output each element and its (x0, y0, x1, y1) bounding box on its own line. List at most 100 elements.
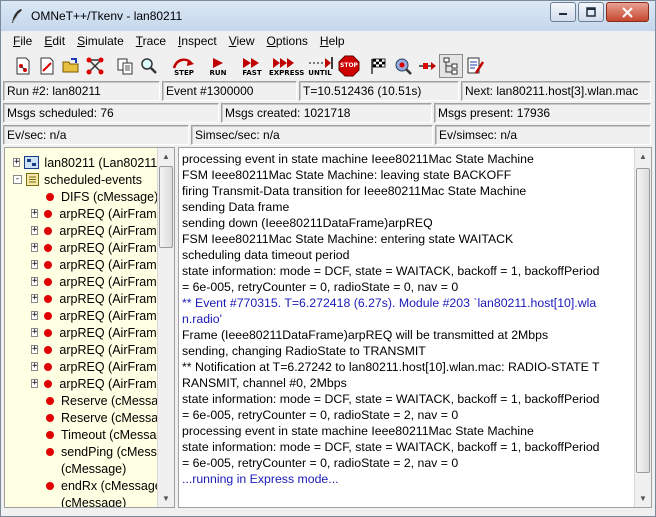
tree-item[interactable]: Timeout (cMessage) (5, 426, 174, 443)
maximize-button[interactable] (578, 2, 604, 22)
run-until-button[interactable]: UNTIL (303, 54, 337, 78)
log-line: = 6e-005, retryCounter = 0, radioState =… (182, 280, 459, 294)
new-network-button[interactable] (11, 54, 35, 78)
express-button[interactable]: EXPRESS (269, 54, 304, 78)
message-bullet-icon (46, 430, 54, 439)
minimize-button[interactable] (550, 2, 576, 22)
expand-icon[interactable]: + (31, 226, 39, 235)
expand-icon[interactable]: + (31, 209, 39, 218)
close-button[interactable] (606, 2, 649, 22)
fast-button[interactable]: FAST (235, 54, 269, 78)
tree-item[interactable]: + arpREQ (AirFrame) (5, 358, 168, 375)
copy-button[interactable] (113, 54, 137, 78)
minimize-icon (559, 13, 567, 15)
tree-item[interactable]: + arpREQ (AirFrame) (5, 273, 168, 290)
network-inspector-button[interactable] (391, 54, 415, 78)
menu-view[interactable]: View (223, 34, 261, 48)
log-line: FSM Ieee80211Mac State Machine: leaving … (182, 168, 512, 182)
finish-button[interactable] (367, 54, 391, 78)
expand-icon[interactable]: + (31, 328, 39, 337)
scroll-up-icon[interactable]: ▲ (635, 148, 651, 165)
title-bar[interactable]: OMNeT++/Tkenv - lan80211 (1, 1, 655, 31)
object-tree: + lan80211 (Lan80211) - scheduled-events DIF… (5, 154, 174, 508)
expand-icon[interactable]: + (31, 362, 39, 371)
tree-scroll-thumb[interactable] (159, 166, 173, 248)
message-bullet-icon (46, 481, 54, 490)
expand-icon[interactable]: + (13, 158, 21, 167)
message-flow-button[interactable] (415, 54, 439, 78)
menu-help[interactable]: Help (314, 34, 351, 48)
tree-item[interactable]: + arpREQ (AirFrame) (5, 375, 168, 392)
log-line: FSM Ieee80211Mac State Machine: entering… (182, 232, 514, 246)
message-bullet-icon (44, 260, 53, 269)
log-scroll-thumb[interactable] (636, 168, 650, 473)
magnifier-icon (141, 57, 157, 74)
message-bullet-icon (46, 447, 54, 456)
menu-inspect[interactable]: Inspect (172, 34, 223, 48)
tree-item[interactable]: Reserve (cMessage) (5, 409, 174, 426)
message-bullet-icon (44, 294, 53, 303)
tree-item[interactable]: endRx (cMessage) (5, 477, 166, 494)
expand-icon[interactable]: + (31, 345, 39, 354)
message-arrow-icon (419, 61, 436, 70)
tree-item[interactable]: - scheduled-events (5, 171, 157, 188)
expand-icon[interactable]: + (31, 260, 39, 269)
tree-item[interactable]: DIFS (cMessage) (5, 188, 158, 205)
message-bullet-icon (44, 362, 53, 371)
tree-item[interactable]: + arpREQ (AirFrame) (5, 341, 168, 358)
tree-item[interactable]: + arpREQ (AirFrame) (5, 256, 168, 273)
tree-item-label: lan80211 (Lan80211) (44, 155, 162, 170)
tree-item[interactable]: (cMessage) (5, 460, 157, 477)
event-log-pane[interactable]: processing event in state machine Ieee80… (178, 147, 652, 508)
tree-item[interactable]: (cMessage) (5, 494, 157, 508)
run-button[interactable]: RUN (201, 54, 235, 78)
tree-item[interactable]: + arpREQ (AirFrame) (5, 239, 168, 256)
tree-item[interactable]: + arpREQ (AirFrame) (5, 324, 168, 341)
expand-icon[interactable]: + (31, 311, 39, 320)
open-folder-button[interactable] (59, 54, 83, 78)
step-button[interactable]: STEP (167, 54, 201, 78)
menu-file[interactable]: File (7, 34, 38, 48)
tree-scrollbar[interactable]: ▲ ▼ (157, 148, 174, 507)
expand-icon[interactable]: + (31, 294, 39, 303)
tree-item[interactable]: + arpREQ (AirFrame) (5, 205, 168, 222)
status-row-perf: Ev/sec: n/a Simsec/sec: n/a Ev/simsec: n… (3, 125, 653, 145)
tree-item-label: arpREQ (AirFrame) (59, 359, 168, 374)
expand-icon[interactable]: + (31, 243, 39, 252)
rebuild-network-button[interactable] (83, 54, 107, 78)
menu-edit[interactable]: Edit (38, 34, 71, 48)
run-label: RUN (209, 68, 227, 77)
event-log-button[interactable] (463, 54, 487, 78)
message-bullet-icon (46, 396, 54, 405)
fast-label: FAST (242, 68, 262, 77)
ned-file-icon (40, 57, 54, 74)
stop-label: STOP (340, 61, 358, 69)
scroll-up-icon[interactable]: ▲ (158, 148, 174, 165)
menu-options[interactable]: Options (261, 34, 314, 48)
expand-icon[interactable]: + (31, 379, 39, 388)
tree-view-toggle[interactable] (439, 53, 463, 78)
scroll-down-icon[interactable]: ▼ (158, 490, 174, 507)
tree-item[interactable]: Reserve (cMessage) (5, 392, 174, 409)
tree-item[interactable]: + arpREQ (AirFrame) (5, 290, 168, 307)
object-tree-pane[interactable]: + lan80211 (Lan80211) - scheduled-events DIF… (4, 147, 175, 508)
status-row-run: Run #2: lan80211 Event #1300000 T=10.512… (3, 81, 653, 101)
tree-item[interactable]: + arpREQ (AirFrame) (5, 222, 168, 239)
scroll-down-icon[interactable]: ▼ (635, 490, 651, 507)
step-label: STEP (174, 68, 194, 77)
simsec-per-sec: Simsec/sec: n/a (191, 125, 433, 145)
log-scrollbar[interactable]: ▲ ▼ (634, 148, 651, 507)
find-button[interactable] (137, 54, 161, 78)
tree-item[interactable]: + arpREQ (AirFrame) (5, 307, 168, 324)
log-line: ** Notification at T=6.27242 to lan80211… (182, 360, 600, 374)
menu-simulate[interactable]: Simulate (71, 34, 130, 48)
stop-button[interactable]: STOP (337, 54, 361, 78)
tree-item-label: (cMessage) (61, 495, 127, 508)
collapse-icon[interactable]: - (13, 175, 22, 184)
expand-icon[interactable]: + (31, 277, 39, 286)
msgs-scheduled: Msgs scheduled: 76 (3, 103, 219, 123)
tree-item[interactable]: sendPing (cMessage) (5, 443, 174, 460)
load-ned-button[interactable] (35, 54, 59, 78)
menu-trace[interactable]: Trace (130, 34, 172, 48)
tree-item[interactable]: + lan80211 (Lan80211) (5, 154, 161, 171)
